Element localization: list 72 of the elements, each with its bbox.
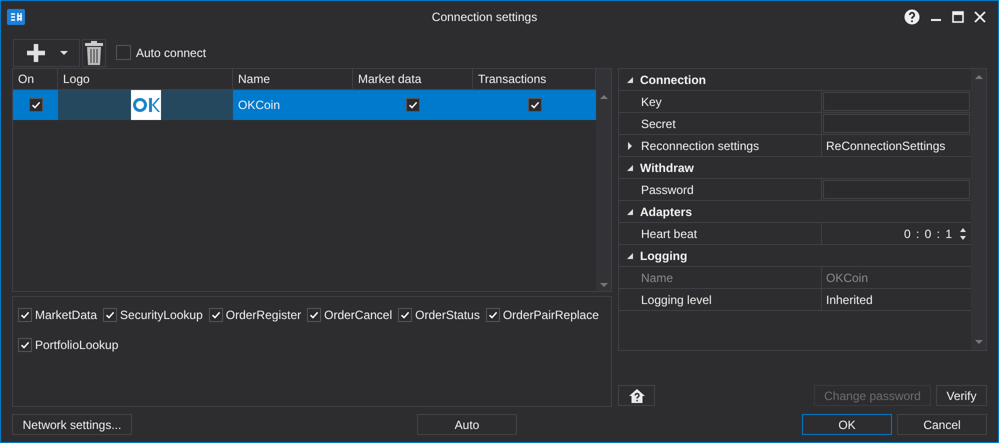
checkbox[interactable] bbox=[208, 308, 223, 322]
logo-icon bbox=[130, 90, 160, 120]
property-value: ReConnectionSettings bbox=[825, 138, 946, 154]
checkbox[interactable] bbox=[528, 98, 542, 112]
house-question-icon bbox=[628, 388, 644, 402]
checkbox[interactable] bbox=[486, 308, 500, 322]
value-field[interactable] bbox=[823, 180, 970, 199]
value-field[interactable] bbox=[823, 92, 970, 111]
property-label: Heart beat bbox=[641, 226, 698, 242]
message-type-label: OrderRegister bbox=[226, 307, 302, 324]
time-spin-field[interactable]: 0 : 0 : 1 bbox=[904, 224, 959, 242]
checkbox[interactable] bbox=[307, 308, 322, 322]
scroll-down-icon[interactable] bbox=[974, 340, 982, 344]
checkbox[interactable] bbox=[116, 45, 131, 60]
collapse-icon[interactable] bbox=[627, 252, 633, 260]
message-type-label: MarketData bbox=[35, 307, 98, 324]
column-header[interactable]: On bbox=[13, 69, 58, 89]
property-label: Secret bbox=[641, 116, 676, 132]
auto-button[interactable]: Auto bbox=[417, 414, 517, 435]
cancel-button[interactable]: Cancel bbox=[897, 414, 987, 435]
message-type-label: OrderCancel bbox=[324, 307, 392, 324]
app-logo-icon bbox=[7, 8, 25, 24]
ok-button[interactable]: OK bbox=[802, 414, 892, 435]
column-header[interactable]: Market data bbox=[353, 69, 473, 89]
checkbox[interactable] bbox=[103, 308, 118, 322]
maximize-icon[interactable] bbox=[952, 10, 964, 22]
table-cell-text: OKCoin bbox=[237, 97, 282, 114]
expand-icon[interactable] bbox=[627, 142, 633, 150]
message-type-label: OrderPairReplace bbox=[502, 307, 599, 324]
checkbox[interactable] bbox=[398, 308, 412, 322]
category-title: Adapters bbox=[640, 204, 692, 220]
scroll-up-icon[interactable] bbox=[600, 95, 608, 99]
checkbox[interactable] bbox=[18, 308, 32, 322]
value-field[interactable] bbox=[823, 114, 970, 133]
category-title: Logging bbox=[640, 248, 688, 264]
help-icon[interactable] bbox=[904, 8, 920, 24]
property-label: Key bbox=[641, 94, 662, 110]
category-title: Connection bbox=[640, 72, 706, 88]
column-header[interactable]: Name bbox=[233, 69, 353, 89]
window-title: Connection settings bbox=[430, 8, 538, 26]
auto-connect-label: Auto connect bbox=[136, 44, 206, 62]
checkbox[interactable] bbox=[406, 98, 420, 112]
scroll-down-icon[interactable] bbox=[600, 283, 608, 287]
message-type-label: PortfolioLookup bbox=[35, 337, 118, 354]
trash-icon bbox=[84, 40, 104, 66]
close-icon[interactable] bbox=[974, 10, 986, 22]
message-type-label: SecurityLookup bbox=[120, 307, 203, 324]
property-value: Inherited bbox=[825, 292, 874, 308]
help-home-button[interactable] bbox=[618, 385, 655, 406]
scrollbar[interactable] bbox=[596, 69, 611, 291]
column-header[interactable]: Logo bbox=[58, 69, 233, 89]
caret-icon bbox=[60, 50, 68, 54]
checkbox[interactable] bbox=[18, 338, 32, 352]
network-settings-button[interactable]: Network settings... bbox=[12, 414, 132, 435]
property-label: Logging level bbox=[641, 292, 712, 308]
collapse-icon[interactable] bbox=[627, 164, 633, 172]
delete-button[interactable] bbox=[82, 38, 106, 66]
verify-button[interactable]: Verify bbox=[936, 385, 987, 406]
checkbox[interactable] bbox=[28, 98, 42, 112]
collapse-icon[interactable] bbox=[627, 208, 633, 216]
scrollbar[interactable] bbox=[971, 69, 986, 350]
message-type-label: OrderStatus bbox=[415, 307, 480, 324]
property-label: Password bbox=[641, 182, 694, 198]
scroll-up-icon[interactable] bbox=[974, 75, 982, 79]
category-title: Withdraw bbox=[640, 160, 694, 176]
collapse-icon[interactable] bbox=[627, 76, 633, 84]
plus-icon bbox=[26, 42, 46, 62]
property-label: Reconnection settings bbox=[641, 138, 760, 154]
property-value: OKCoin bbox=[825, 270, 870, 286]
property-label: Name bbox=[641, 270, 674, 286]
spin-arrows-icon[interactable] bbox=[959, 226, 967, 240]
add-button[interactable] bbox=[13, 38, 80, 66]
